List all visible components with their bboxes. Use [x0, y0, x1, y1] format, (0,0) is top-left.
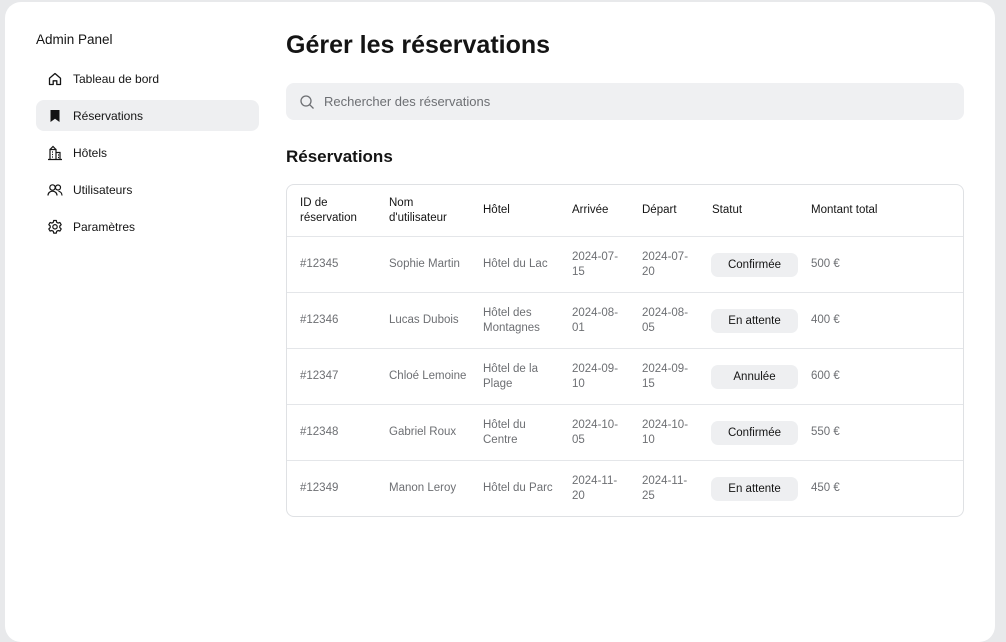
- total-amount: 600 €: [798, 348, 963, 405]
- sidebar-item-label: Réservations: [73, 108, 144, 123]
- arrival-date: 2024-11-20: [559, 460, 629, 516]
- status-badge[interactable]: Annulée: [711, 364, 798, 389]
- table-header-row: ID de réservation Nom d'utilisateur Hôte…: [287, 185, 963, 237]
- search-icon: [299, 94, 315, 110]
- status-cell: Annulée: [699, 348, 798, 405]
- arrival-date: 2024-09-10: [559, 348, 629, 405]
- hotel-name: Hôtel de la Plage: [470, 348, 559, 405]
- departure-date: 2024-09-15: [629, 348, 699, 405]
- total-amount: 500 €: [798, 236, 963, 293]
- sidebar-item-settings[interactable]: Paramètres: [36, 211, 259, 242]
- user-name: Gabriel Roux: [376, 404, 470, 461]
- arrival-date: 2024-08-01: [559, 292, 629, 349]
- departure-date: 2024-10-10: [629, 404, 699, 461]
- reservation-id: #12345: [287, 236, 376, 293]
- page-title: Gérer les réservations: [286, 31, 551, 59]
- app-window: Admin Panel Tableau de bord Réservations…: [5, 2, 995, 642]
- hotel-name: Hôtel des Montagnes: [470, 292, 559, 349]
- reservation-id: #12346: [287, 292, 376, 349]
- status-badge[interactable]: Confirmée: [711, 420, 798, 445]
- user-name: Lucas Dubois: [376, 292, 470, 349]
- users-icon: [47, 182, 63, 198]
- sidebar-item-label: Utilisateurs: [73, 182, 133, 197]
- column-header-status[interactable]: Statut: [699, 185, 798, 237]
- table-row[interactable]: #12348 Gabriel Roux Hôtel du Centre 2024…: [287, 404, 963, 461]
- table-row[interactable]: #12347 Chloé Lemoine Hôtel de la Plage 2…: [287, 348, 963, 405]
- sidebar-nav: Tableau de bord Réservations Hôtels Util…: [36, 63, 259, 242]
- status-cell: Confirmée: [699, 404, 798, 461]
- reservation-id: #12347: [287, 348, 376, 405]
- user-name: Manon Leroy: [376, 460, 470, 516]
- total-amount: 400 €: [798, 292, 963, 349]
- status-badge[interactable]: En attente: [711, 476, 798, 501]
- column-header-arrival[interactable]: Arrivée: [559, 185, 629, 237]
- column-header-amount[interactable]: Montant total: [798, 185, 963, 237]
- user-name: Chloé Lemoine: [376, 348, 470, 405]
- departure-date: 2024-11-25: [629, 460, 699, 516]
- departure-date: 2024-08-05: [629, 292, 699, 349]
- arrival-date: 2024-10-05: [559, 404, 629, 461]
- gear-icon: [47, 219, 63, 235]
- sidebar-item-reservations[interactable]: Réservations: [36, 100, 259, 131]
- column-header-hotel[interactable]: Hôtel: [470, 185, 559, 237]
- hotel-name: Hôtel du Lac: [470, 236, 559, 293]
- reservation-id: #12349: [287, 460, 376, 516]
- column-header-departure[interactable]: Départ: [629, 185, 699, 237]
- sidebar-item-users[interactable]: Utilisateurs: [36, 174, 259, 205]
- sidebar-item-hotels[interactable]: Hôtels: [36, 137, 259, 168]
- table-row[interactable]: #12346 Lucas Dubois Hôtel des Montagnes …: [287, 292, 963, 349]
- reservation-id: #12348: [287, 404, 376, 461]
- table-row[interactable]: #12345 Sophie Martin Hôtel du Lac 2024-0…: [287, 236, 963, 293]
- status-badge[interactable]: En attente: [711, 308, 798, 333]
- column-header-user[interactable]: Nom d'utilisateur: [376, 185, 470, 237]
- table-row[interactable]: #12349 Manon Leroy Hôtel du Parc 2024-11…: [287, 460, 963, 516]
- app-title: Admin Panel: [36, 32, 113, 47]
- building-icon: [47, 145, 63, 161]
- search-bar[interactable]: [286, 83, 964, 120]
- arrival-date: 2024-07-15: [559, 236, 629, 293]
- sidebar: Admin Panel Tableau de bord Réservations…: [36, 33, 259, 248]
- sidebar-item-label: Hôtels: [73, 145, 108, 160]
- user-name: Sophie Martin: [376, 236, 470, 293]
- column-header-id[interactable]: ID de réservation: [287, 185, 376, 237]
- bookmark-icon: [47, 108, 63, 124]
- status-badge[interactable]: Confirmée: [711, 252, 798, 277]
- sidebar-item-label: Tableau de bord: [73, 71, 160, 86]
- sidebar-item-label: Paramètres: [73, 219, 136, 234]
- status-cell: En attente: [699, 292, 798, 349]
- sidebar-item-dashboard[interactable]: Tableau de bord: [36, 63, 259, 94]
- section-title: Réservations: [286, 147, 393, 166]
- total-amount: 450 €: [798, 460, 963, 516]
- hotel-name: Hôtel du Parc: [470, 460, 559, 516]
- status-cell: Confirmée: [699, 236, 798, 293]
- home-icon: [47, 71, 63, 87]
- reservations-table: ID de réservation Nom d'utilisateur Hôte…: [286, 184, 964, 517]
- total-amount: 550 €: [798, 404, 963, 461]
- search-input[interactable]: [322, 93, 964, 110]
- hotel-name: Hôtel du Centre: [470, 404, 559, 461]
- status-cell: En attente: [699, 460, 798, 516]
- departure-date: 2024-07-20: [629, 236, 699, 293]
